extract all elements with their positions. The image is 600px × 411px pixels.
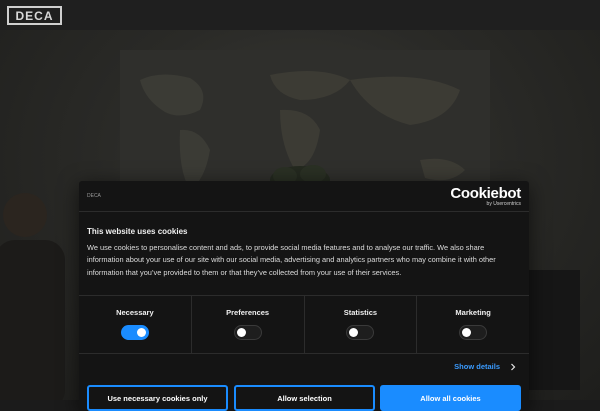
site-header: DECA	[0, 0, 600, 30]
toggle-knob	[136, 328, 146, 337]
dialog-title: This website uses cookies	[87, 227, 188, 236]
cookie-categories: Necessary Preferences Statistics Marketi…	[79, 295, 529, 354]
show-details-label: Show details	[454, 362, 500, 371]
dialog-description: We use cookies to personalise content an…	[87, 243, 496, 277]
dialog-header: DECA Cookiebot by Usercentrics	[79, 181, 529, 212]
toggle-necessary[interactable]	[120, 325, 149, 340]
toggle-knob	[236, 328, 246, 337]
chevron-right-icon	[511, 363, 516, 370]
category-preferences: Preferences	[192, 296, 305, 353]
category-label: Preferences	[226, 308, 270, 317]
show-details-link[interactable]: Show details	[454, 362, 517, 371]
allow-all-cookies-button[interactable]: Allow all cookies	[380, 385, 521, 411]
category-statistics: Statistics	[305, 296, 418, 353]
background-screen	[520, 270, 580, 390]
category-necessary: Necessary	[79, 296, 192, 353]
category-label: Necessary	[116, 308, 154, 317]
cookiebot-subtitle: by Usercentrics	[486, 201, 521, 207]
dialog-site-logo: DECA	[87, 193, 101, 199]
category-label: Statistics	[343, 308, 378, 317]
toggle-knob	[462, 328, 472, 337]
allow-selection-button[interactable]: Allow selection	[234, 385, 375, 411]
category-marketing: Marketing	[417, 296, 529, 353]
toggle-preferences[interactable]	[233, 325, 262, 340]
site-logo[interactable]: DECA	[7, 6, 62, 25]
cookie-consent-dialog: DECA Cookiebot by Usercentrics This webs…	[79, 181, 529, 411]
cookiebot-logo[interactable]: Cookiebot by Usercentrics	[450, 186, 521, 208]
toggle-knob	[349, 328, 359, 337]
cookiebot-name: Cookiebot	[450, 185, 521, 202]
category-label: Marketing	[455, 308, 491, 317]
toggle-statistics[interactable]	[346, 325, 375, 340]
person-picture	[0, 190, 80, 400]
use-necessary-cookies-button[interactable]: Use necessary cookies only	[87, 385, 228, 411]
toggle-marketing[interactable]	[459, 325, 488, 340]
